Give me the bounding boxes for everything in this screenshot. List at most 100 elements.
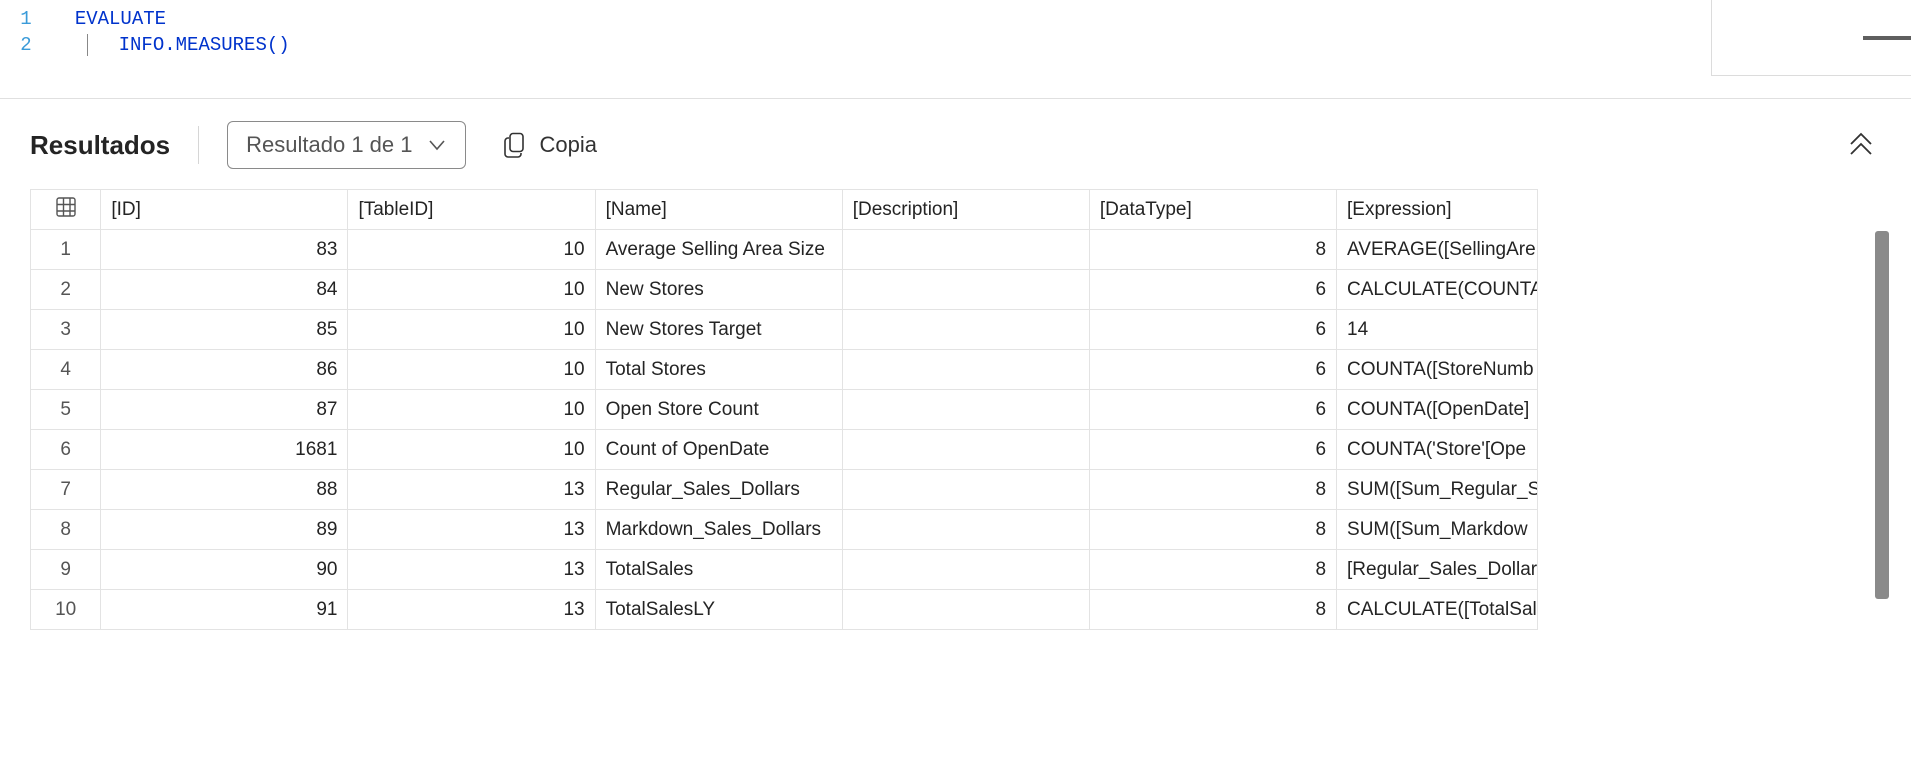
cell-description[interactable] <box>842 390 1089 430</box>
copy-button-label: Copia <box>540 132 597 158</box>
cell-datatype[interactable]: 8 <box>1089 550 1336 590</box>
cell-id[interactable]: 89 <box>101 510 348 550</box>
dax-editor[interactable]: 1 EVALUATE 2 INFO.MEASURES() <box>0 0 1911 99</box>
cell-name[interactable]: Count of OpenDate <box>595 430 842 470</box>
cell-description[interactable] <box>842 510 1089 550</box>
cell-tableid[interactable]: 10 <box>348 430 595 470</box>
cell-datatype[interactable]: 8 <box>1089 470 1336 510</box>
row-number-cell[interactable]: 8 <box>31 510 101 550</box>
cell-expression[interactable]: AVERAGE([SellingAre <box>1337 230 1538 270</box>
cell-expression[interactable]: [Regular_Sales_Dollar <box>1337 550 1538 590</box>
cell-id[interactable]: 87 <box>101 390 348 430</box>
cell-description[interactable] <box>842 550 1089 590</box>
cell-expression[interactable]: CALCULATE([TotalSal <box>1337 590 1538 630</box>
table-row[interactable]: 58710Open Store Count 6COUNTA([OpenDate] <box>31 390 1538 430</box>
cell-expression[interactable]: COUNTA([OpenDate] <box>1337 390 1538 430</box>
table-row[interactable]: 6168110Count of OpenDate6COUNTA('Store'[… <box>31 430 1538 470</box>
table-row[interactable]: 48610Total Stores 6COUNTA([StoreNumb <box>31 350 1538 390</box>
cell-tableid[interactable]: 10 <box>348 270 595 310</box>
grid-corner-cell[interactable] <box>31 190 101 230</box>
col-header-name[interactable]: [Name] <box>595 190 842 230</box>
cell-datatype[interactable]: 6 <box>1089 430 1336 470</box>
cell-name[interactable]: Total Stores <box>595 350 842 390</box>
col-header-tableid[interactable]: [TableID] <box>348 190 595 230</box>
editor-right-handle[interactable] <box>1863 36 1911 40</box>
cell-tableid[interactable]: 13 <box>348 510 595 550</box>
results-toolbar: Resultados Resultado 1 de 1 Copia <box>0 99 1911 189</box>
cell-name[interactable]: TotalSales <box>595 550 842 590</box>
table-row[interactable]: 28410New Stores 6CALCULATE(COUNTA <box>31 270 1538 310</box>
cell-datatype[interactable]: 6 <box>1089 310 1336 350</box>
collapse-results-button[interactable] <box>1841 124 1881 167</box>
cell-name[interactable]: Open Store Count <box>595 390 842 430</box>
cell-description[interactable] <box>842 310 1089 350</box>
results-grid[interactable]: [ID] [TableID] [Name] [Description] [Dat… <box>30 189 1538 630</box>
col-header-description[interactable]: [Description] <box>842 190 1089 230</box>
cell-expression[interactable]: 14 <box>1337 310 1538 350</box>
cell-expression[interactable]: CALCULATE(COUNTA <box>1337 270 1538 310</box>
cell-expression[interactable]: COUNTA('Store'[Ope <box>1337 430 1538 470</box>
result-selector-dropdown[interactable]: Resultado 1 de 1 <box>227 121 465 169</box>
col-header-id[interactable]: [ID] <box>101 190 348 230</box>
editor-line-1[interactable]: 1 EVALUATE <box>0 6 1911 32</box>
col-header-datatype[interactable]: [DataType] <box>1089 190 1336 230</box>
cell-description[interactable] <box>842 350 1089 390</box>
cell-tableid[interactable]: 10 <box>348 350 595 390</box>
cell-description[interactable] <box>842 270 1089 310</box>
row-number-cell[interactable]: 7 <box>31 470 101 510</box>
cell-tableid[interactable]: 10 <box>348 230 595 270</box>
cell-tableid[interactable]: 13 <box>348 590 595 630</box>
row-number-cell[interactable]: 9 <box>31 550 101 590</box>
vertical-scrollbar-thumb[interactable] <box>1875 231 1889 599</box>
cell-id[interactable]: 90 <box>101 550 348 590</box>
table-row[interactable]: 38510New Stores Target 614 <box>31 310 1538 350</box>
cell-expression[interactable]: SUM([Sum_Regular_S <box>1337 470 1538 510</box>
result-selector-label: Resultado 1 de 1 <box>246 132 412 158</box>
row-number-cell[interactable]: 2 <box>31 270 101 310</box>
cell-id[interactable]: 1681 <box>101 430 348 470</box>
cell-tableid[interactable]: 10 <box>348 310 595 350</box>
cell-datatype[interactable]: 8 <box>1089 230 1336 270</box>
cell-datatype[interactable]: 8 <box>1089 510 1336 550</box>
cell-id[interactable]: 86 <box>101 350 348 390</box>
cell-name[interactable]: Average Selling Area Size <box>595 230 842 270</box>
col-header-expression[interactable]: [Expression] <box>1337 190 1538 230</box>
cell-tableid[interactable]: 13 <box>348 550 595 590</box>
table-row[interactable]: 109113TotalSalesLY 8CALCULATE([TotalSal <box>31 590 1538 630</box>
cell-name[interactable]: New Stores Target <box>595 310 842 350</box>
cell-datatype[interactable]: 6 <box>1089 390 1336 430</box>
cell-id[interactable]: 91 <box>101 590 348 630</box>
row-number-cell[interactable]: 5 <box>31 390 101 430</box>
row-number-cell[interactable]: 10 <box>31 590 101 630</box>
cell-description[interactable] <box>842 590 1089 630</box>
cell-name[interactable]: New Stores <box>595 270 842 310</box>
cell-tableid[interactable]: 10 <box>348 390 595 430</box>
cell-id[interactable]: 85 <box>101 310 348 350</box>
cell-name[interactable]: Markdown_Sales_Dollars <box>595 510 842 550</box>
row-number-cell[interactable]: 4 <box>31 350 101 390</box>
cell-description[interactable] <box>842 470 1089 510</box>
copy-button[interactable]: Copia <box>494 126 607 164</box>
cell-tableid[interactable]: 13 <box>348 470 595 510</box>
cell-description[interactable] <box>842 230 1089 270</box>
row-number-cell[interactable]: 3 <box>31 310 101 350</box>
table-row[interactable]: 88913Markdown_Sales_Dollars8SUM([Sum_Mar… <box>31 510 1538 550</box>
cell-datatype[interactable]: 6 <box>1089 270 1336 310</box>
editor-line-2[interactable]: 2 INFO.MEASURES() <box>0 32 1911 58</box>
cell-expression[interactable]: COUNTA([StoreNumb <box>1337 350 1538 390</box>
cell-description[interactable] <box>842 430 1089 470</box>
cell-datatype[interactable]: 8 <box>1089 590 1336 630</box>
cell-id[interactable]: 88 <box>101 470 348 510</box>
row-number-cell[interactable]: 6 <box>31 430 101 470</box>
cell-datatype[interactable]: 6 <box>1089 350 1336 390</box>
table-row[interactable]: 78813Regular_Sales_Dollars 8SUM([Sum_Regu… <box>31 470 1538 510</box>
cell-id[interactable]: 84 <box>101 270 348 310</box>
cell-name[interactable]: TotalSalesLY <box>595 590 842 630</box>
cell-name[interactable]: Regular_Sales_Dollars <box>595 470 842 510</box>
code-content: EVALUATE <box>52 8 166 30</box>
cell-expression[interactable]: SUM([Sum_Markdow <box>1337 510 1538 550</box>
row-number-cell[interactable]: 1 <box>31 230 101 270</box>
table-row[interactable]: 18310Average Selling Area Size 8AVERAGE([… <box>31 230 1538 270</box>
cell-id[interactable]: 83 <box>101 230 348 270</box>
table-row[interactable]: 99013TotalSales 8[Regular_Sales_Dollar <box>31 550 1538 590</box>
